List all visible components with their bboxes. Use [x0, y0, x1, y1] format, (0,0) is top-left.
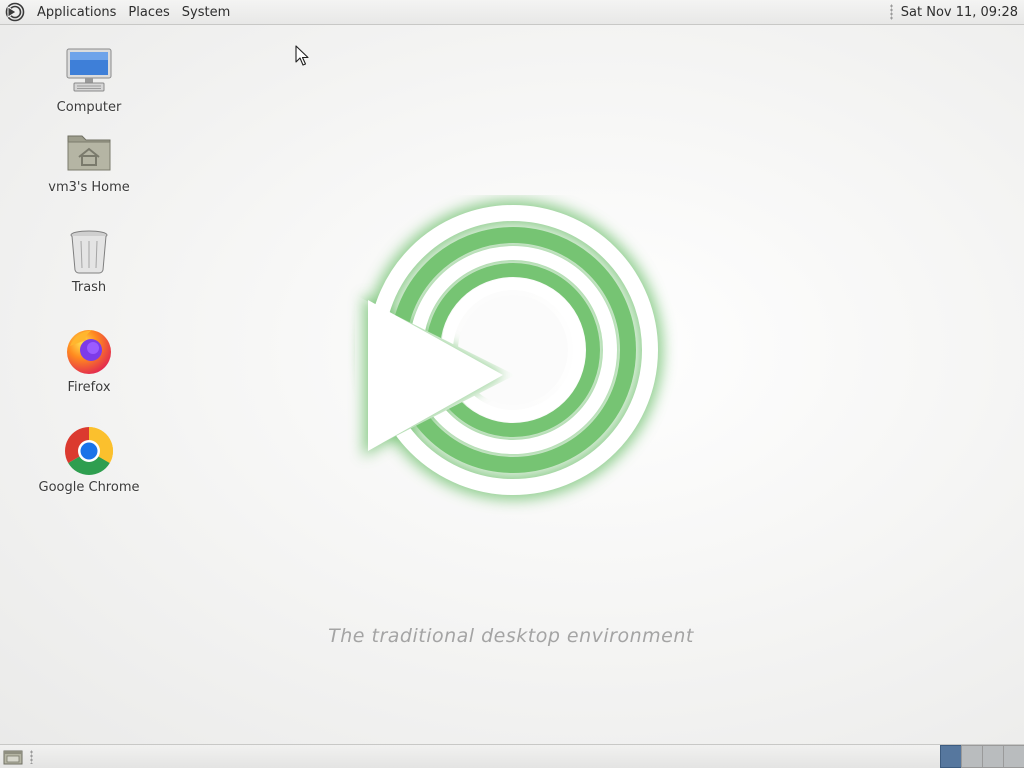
- panel-drag-handle[interactable]: [30, 749, 33, 764]
- tagline-text: The traditional desktop environment: [328, 625, 694, 647]
- workspace-3[interactable]: [982, 745, 1003, 768]
- workspace-1[interactable]: [940, 745, 961, 768]
- workspace-2[interactable]: [961, 745, 982, 768]
- desktop-icon-label: Google Chrome: [38, 480, 140, 495]
- firefox-icon: [63, 325, 115, 377]
- desktop-icon-firefox[interactable]: Firefox: [34, 325, 144, 395]
- menu-system[interactable]: System: [176, 0, 236, 25]
- desktop-icon-trash[interactable]: Trash: [34, 225, 144, 295]
- desktop-icon-computer[interactable]: Computer: [34, 45, 144, 115]
- home-folder-icon: [63, 125, 115, 177]
- desktop-icon-label: Firefox: [67, 380, 111, 395]
- clock[interactable]: Sat Nov 11, 09:28: [901, 5, 1024, 20]
- top-panel: Applications Places System Sat Nov 11, 0…: [0, 0, 1024, 25]
- trash-icon: [63, 225, 115, 277]
- desktop-icon-home[interactable]: vm3's Home: [34, 125, 144, 195]
- mate-wallpaper-logo-icon: [335, 195, 685, 529]
- desktop-icon-label: Trash: [71, 280, 107, 295]
- workspace-4[interactable]: [1003, 745, 1024, 768]
- workspace-switcher[interactable]: [940, 745, 1024, 768]
- panel-drag-handle[interactable]: [889, 4, 893, 20]
- show-desktop-button[interactable]: [2, 747, 24, 767]
- desktop-icon-label: Computer: [56, 100, 122, 115]
- computer-icon: [63, 45, 115, 97]
- wallpaper-tagline: The traditional desktop environment: [0, 625, 1024, 647]
- desktop-icon-chrome[interactable]: Google Chrome: [34, 425, 144, 495]
- chrome-icon: [63, 425, 115, 477]
- menu-places[interactable]: Places: [122, 0, 175, 25]
- show-desktop-icon: [3, 750, 23, 764]
- mouse-pointer-icon: [295, 45, 309, 71]
- desktop[interactable]: Computer vm3's Home Trash Firefox Google…: [0, 25, 1024, 744]
- bottom-panel: [0, 744, 1024, 768]
- mate-menu-icon[interactable]: [5, 2, 25, 22]
- desktop-icon-label: vm3's Home: [48, 180, 130, 195]
- menu-applications[interactable]: Applications: [31, 0, 122, 25]
